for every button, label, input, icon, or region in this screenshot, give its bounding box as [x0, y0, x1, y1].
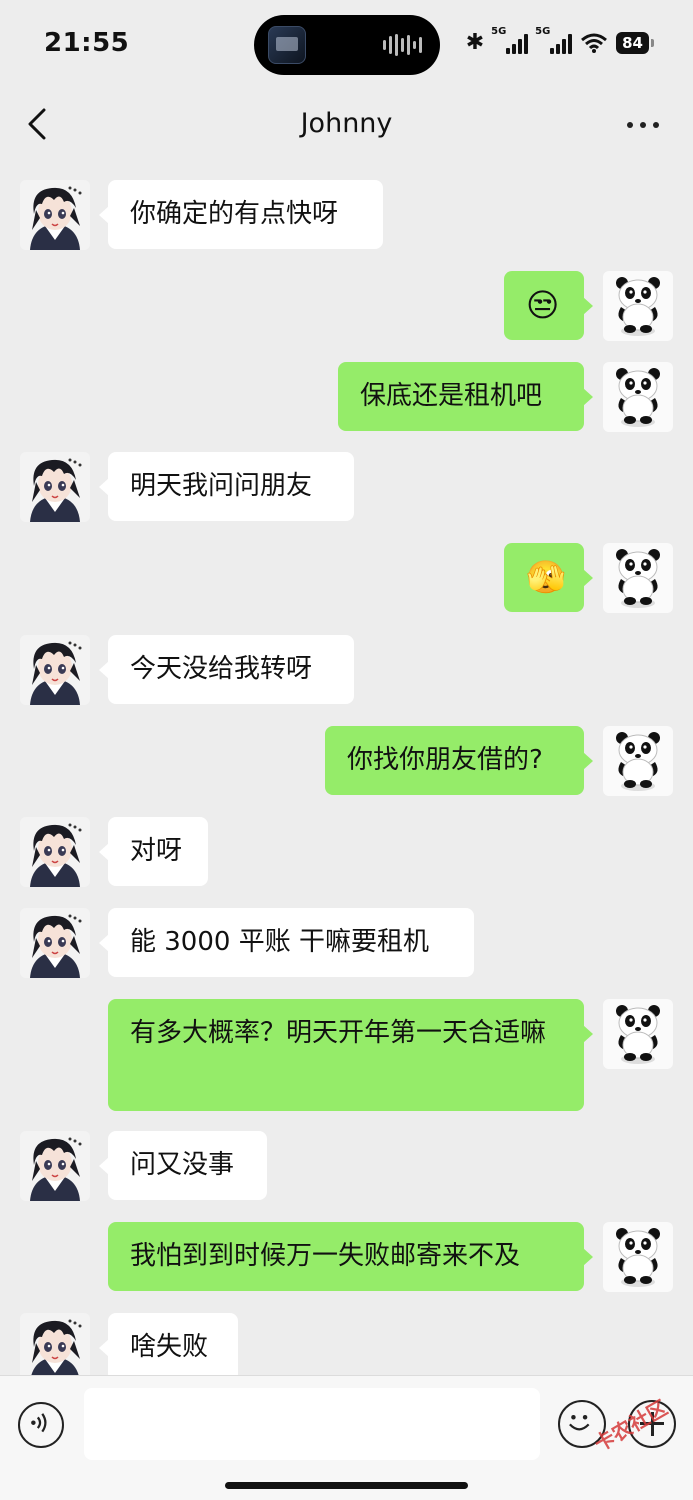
message-bubble[interactable]: 你找你朋友借的?: [325, 726, 593, 795]
contact-avatar[interactable]: [20, 1131, 90, 1201]
message-bubble[interactable]: 问又没事: [99, 1131, 267, 1200]
my-avatar[interactable]: [603, 999, 673, 1069]
message-bubble[interactable]: 今天没给我转呀: [99, 635, 354, 704]
bluetooth-icon: ✱: [465, 30, 485, 55]
cellular-signal-icon: 5G: [491, 26, 529, 54]
my-avatar[interactable]: [603, 726, 673, 796]
unamused-emoji-bubble[interactable]: 😒: [504, 271, 593, 340]
contact-avatar[interactable]: [20, 908, 90, 978]
contact-avatar[interactable]: [20, 635, 90, 705]
status-time: 21:55: [44, 28, 130, 58]
my-avatar[interactable]: [603, 1222, 673, 1292]
contact-avatar[interactable]: [20, 817, 90, 887]
more-options-button[interactable]: [623, 108, 663, 138]
chat-title: Johnny: [300, 108, 393, 139]
contact-avatar[interactable]: [20, 452, 90, 522]
wifi-icon: [580, 32, 608, 54]
message-bubble[interactable]: 对呀: [99, 817, 208, 886]
voice-icon: [31, 1413, 47, 1433]
chat-header: Johnny: [0, 90, 693, 160]
message-input[interactable]: [84, 1388, 540, 1460]
message-bubble[interactable]: 啥失败: [99, 1313, 238, 1382]
message-bubble[interactable]: 我怕到到时候万一失败邮寄来不及: [108, 1222, 593, 1291]
confused-question-emoji-bubble[interactable]: 🫣: [504, 543, 593, 612]
message-bubble[interactable]: 有多大概率？明天开年第一天合适嘛: [108, 999, 593, 1111]
battery-icon: 84: [616, 31, 654, 54]
message-bubble[interactable]: 保底还是租机吧: [338, 362, 593, 431]
message-bubble[interactable]: 明天我问问朋友: [99, 452, 354, 521]
voice-input-button[interactable]: [18, 1402, 64, 1448]
cellular-signal-2-icon: 5G: [535, 26, 573, 54]
dynamic-island[interactable]: [254, 15, 440, 75]
home-indicator[interactable]: [225, 1482, 468, 1489]
my-avatar[interactable]: [603, 543, 673, 613]
app-thumbnail-icon: [268, 26, 306, 64]
status-icons: ✱ 5G 5G 84: [465, 26, 654, 55]
network-type-label: 5G: [535, 25, 551, 37]
contact-avatar[interactable]: [20, 1313, 90, 1383]
status-bar: 21:55 ✱ 5G 5G 84: [0, 0, 693, 90]
my-avatar[interactable]: [603, 362, 673, 432]
message-bubble[interactable]: 你确定的有点快呀: [99, 180, 383, 249]
message-bubble[interactable]: 能 3000 平账 干嘛要租机: [99, 908, 474, 977]
network-type-label: 5G: [491, 25, 507, 37]
my-avatar[interactable]: [603, 271, 673, 341]
audio-wave-icon: [383, 34, 422, 56]
contact-avatar[interactable]: [20, 180, 90, 250]
